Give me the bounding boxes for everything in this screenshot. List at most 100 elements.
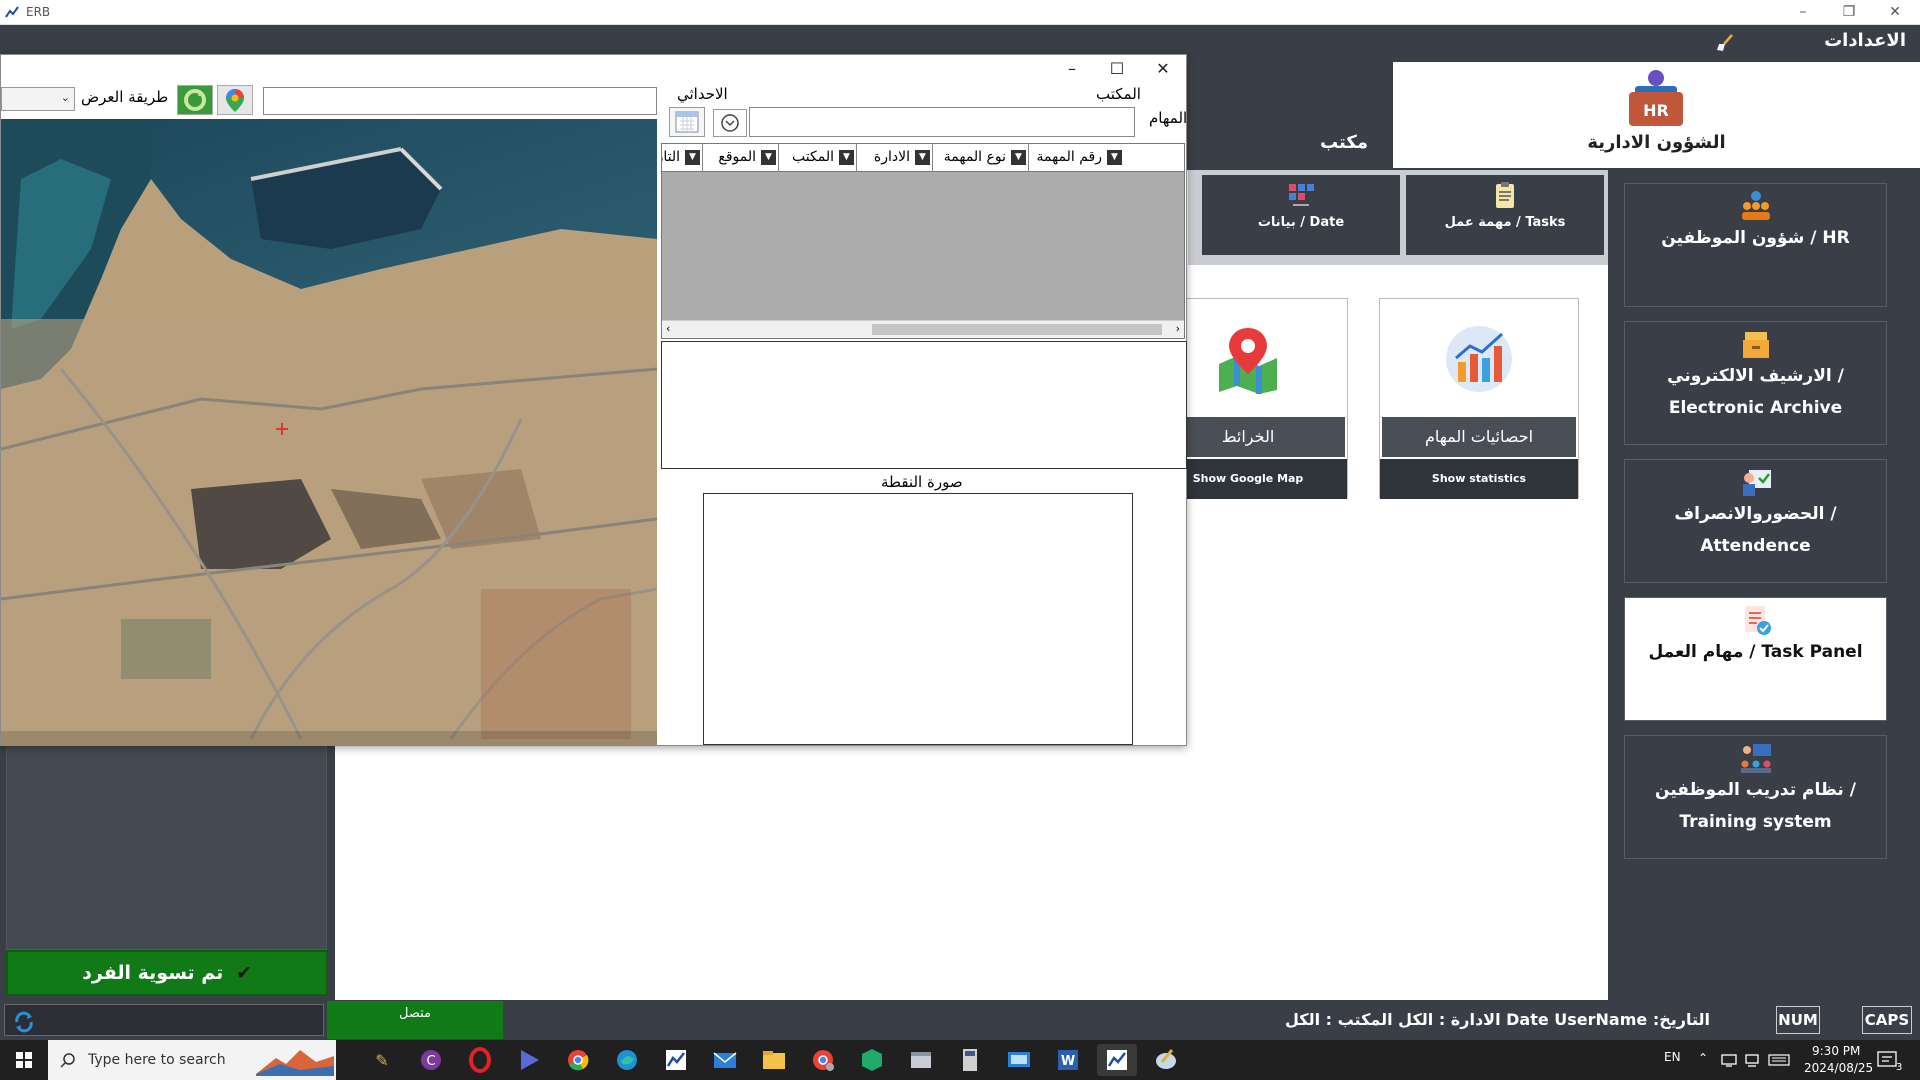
clipboard-icon — [1496, 182, 1514, 208]
sidebar-item-attendance[interactable]: الحضوروالانصراف / Attendence — [1624, 459, 1887, 583]
map-task-dialog: – ☐ ✕ ⌄ طريقة العرض المكتب الاحداثي المه… — [0, 54, 1187, 746]
grid-col-task-type-label: نوع المهمة — [943, 149, 1006, 165]
scroll-right-icon[interactable]: › — [1176, 322, 1180, 335]
minimize-button[interactable]: – — [1780, 0, 1826, 25]
dialog-minimize-button[interactable]: – — [1050, 55, 1094, 83]
taskbar-app-window-icon[interactable] — [901, 1044, 941, 1076]
scrollbar-thumb[interactable] — [872, 324, 1162, 335]
taskbar-app-sticky-icon[interactable]: ✎ — [362, 1044, 402, 1076]
sidebar-item-training-label: نظام تدريب الموظفين / Training system — [1655, 780, 1856, 832]
close-button[interactable]: ✕ — [1872, 0, 1918, 25]
checkmark-icon: ✔ — [235, 962, 252, 984]
office-card[interactable]: مكتب — [1188, 62, 1388, 168]
connection-status-label: متصل — [398, 1006, 431, 1021]
tasks-input[interactable] — [749, 107, 1135, 137]
notification-count: 3 — [1896, 1062, 1903, 1073]
taskbar-remote-desktop-icon[interactable] — [999, 1044, 1039, 1076]
settings-menu[interactable]: الاعدادات — [1824, 30, 1906, 51]
grid-col-location[interactable]: الموقع ▼ — [702, 144, 778, 172]
grid-col-task-number[interactable]: رقم المهمة ▼ — [1028, 144, 1124, 172]
calendar-button[interactable] — [669, 107, 705, 137]
sidebar-item-task-panel[interactable]: مهام العمل / Task Panel — [1624, 597, 1887, 721]
grid-col-department[interactable]: الادارة ▼ — [856, 144, 932, 172]
taskbar-file-explorer-icon[interactable] — [754, 1044, 794, 1076]
dialog-maximize-button[interactable]: ☐ — [1095, 55, 1139, 83]
taskbar-edge-icon[interactable] — [607, 1044, 647, 1076]
grid-header: رقم المهمة ▼ نوع المهمة ▼ الادارة ▼ المك… — [662, 144, 1184, 172]
taskbar-word-icon[interactable]: W — [1048, 1044, 1088, 1076]
window-title: ERB — [26, 5, 51, 19]
chevron-circle-down-icon — [721, 114, 739, 132]
satellite-map-view[interactable] — [1, 119, 657, 745]
refresh-icon — [184, 89, 206, 111]
sidebar-item-attendance-label: الحضوروالانصراف / Attendence — [1674, 504, 1837, 556]
taskbar-search-box[interactable]: Type here to search — [48, 1040, 336, 1080]
tasks-nav-button[interactable]: مهمة عمل / Tasks — [1406, 175, 1604, 255]
view-mode-select[interactable]: ⌄ — [1, 87, 75, 111]
grid-col-office[interactable]: المكتب ▼ — [778, 144, 856, 172]
filter-dropdown-icon[interactable]: ▼ — [685, 150, 700, 165]
sidebar-item-hr[interactable]: شؤون الموظفين / HR — [1624, 183, 1887, 307]
broom-icon — [1717, 34, 1733, 51]
taskbar-date[interactable]: 2024/08/25 — [1804, 1061, 1873, 1075]
google-maps-button[interactable] — [217, 85, 253, 115]
people-gear-icon — [1741, 191, 1770, 220]
filter-dropdown-icon[interactable]: ▼ — [915, 150, 930, 165]
grid-col-date[interactable]: التاريخ ▼ — [662, 144, 702, 172]
language-indicator[interactable]: EN — [1664, 1050, 1681, 1064]
scroll-left-icon[interactable]: ‹ — [666, 322, 670, 335]
grid-col-task-type[interactable]: نوع المهمة ▼ — [932, 144, 1028, 172]
dialog-close-button[interactable]: ✕ — [1141, 55, 1185, 83]
taskbar-time[interactable]: 9:30 PM — [1812, 1044, 1860, 1058]
taskbar-calculator-icon[interactable] — [950, 1044, 990, 1076]
num-lock-indicator: NUM — [1776, 1006, 1820, 1034]
coordinates-label: الاحداثي — [677, 85, 728, 103]
taskbar-erb-active-icon[interactable] — [1097, 1044, 1137, 1076]
left-panel-box — [6, 742, 327, 950]
task-statistics-name: احصائيات المهام — [1382, 417, 1576, 457]
taskbar-mail-icon[interactable] — [705, 1044, 745, 1076]
view-mode-label: طريقة العرض — [81, 88, 169, 106]
settled-button[interactable]: تم تسوية الفرد ✔ — [6, 950, 328, 996]
tasks-grid[interactable]: رقم المهمة ▼ نوع المهمة ▼ الادارة ▼ المك… — [661, 143, 1185, 339]
windows-taskbar: Type here to search ✎ C W EN ⌃ 9:30 PM 2… — [0, 1040, 1920, 1080]
grid-col-date-label: التاريخ — [662, 149, 680, 165]
calendar-icon — [675, 111, 699, 133]
grid-col-location-label: الموقع — [718, 149, 756, 165]
display-icon[interactable] — [1744, 1052, 1762, 1068]
admin-affairs-card[interactable]: HR الشؤون الادارية — [1393, 62, 1920, 168]
keyboard-icon[interactable] — [1768, 1053, 1790, 1067]
taskbar-app-c-icon[interactable]: C — [411, 1044, 451, 1076]
show-statistics-label: Show statistics — [1380, 459, 1578, 499]
filter-dropdown-icon[interactable]: ▼ — [761, 150, 776, 165]
sidebar-item-archive[interactable]: الارشيف الالكتروني / Electronic Archive — [1624, 321, 1887, 445]
grid-horizontal-scrollbar[interactable]: ‹ › — [662, 320, 1184, 338]
taskbar-cube-icon[interactable] — [852, 1044, 892, 1076]
filter-dropdown-icon[interactable]: ▼ — [839, 150, 854, 165]
taskbar-app-arrow-icon[interactable] — [509, 1044, 549, 1076]
taskbar-paint-icon[interactable] — [1146, 1044, 1186, 1076]
sidebar-item-training[interactable]: نظام تدريب الموظفين / Training system — [1624, 735, 1887, 859]
windows-logo-icon — [16, 1052, 32, 1068]
map-search-input[interactable] — [263, 87, 657, 115]
taskbar-chrome-icon[interactable] — [558, 1044, 598, 1076]
taskbar-opera-icon[interactable] — [460, 1044, 500, 1076]
start-button[interactable] — [0, 1040, 48, 1080]
settled-button-label: تم تسوية الفرد — [82, 962, 224, 984]
taskbar-erb-icon[interactable] — [656, 1044, 696, 1076]
sync-icon[interactable] — [13, 1011, 35, 1033]
data-nav-button[interactable]: بيانات / Date — [1202, 175, 1400, 255]
taskbar-chrome-profile-icon[interactable] — [803, 1044, 843, 1076]
attendance-icon — [1742, 470, 1771, 496]
filter-dropdown-icon[interactable]: ▼ — [1107, 150, 1122, 165]
refresh-map-button[interactable] — [177, 85, 213, 115]
network-icon[interactable] — [1720, 1052, 1738, 1068]
search-highlight-icon — [256, 1050, 334, 1076]
restore-button[interactable]: ❐ — [1826, 0, 1872, 25]
chevron-up-icon[interactable]: ⌃ — [1698, 1051, 1708, 1065]
tasks-dropdown-button[interactable] — [713, 109, 747, 137]
filter-dropdown-icon[interactable]: ▼ — [1011, 150, 1026, 165]
sidebar-item-hr-label: شؤون الموظفين / HR — [1661, 228, 1850, 248]
task-statistics-tile[interactable]: احصائيات المهام Show statistics — [1379, 298, 1579, 499]
caps-lock-label: CAPS — [1864, 1011, 1910, 1029]
